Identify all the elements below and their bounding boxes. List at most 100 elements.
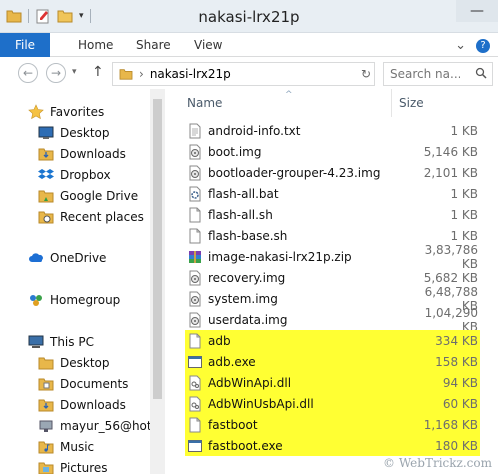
back-button[interactable]: ← xyxy=(18,63,38,83)
network-drive-icon xyxy=(39,420,53,432)
navigation-bar: ← → ▾ ↑ › nakasi-lrx21p ↻ xyxy=(0,57,498,89)
blank-file-icon xyxy=(187,228,203,244)
nav-item-pc-desktop[interactable]: Desktop xyxy=(38,353,110,373)
watermark: © WebTrickz.com xyxy=(383,456,492,470)
blank-file-icon xyxy=(187,207,203,223)
address-bar[interactable]: › nakasi-lrx21p xyxy=(112,62,375,86)
disc-image-icon xyxy=(187,165,203,181)
nav-label: Desktop xyxy=(60,356,110,370)
forward-button[interactable]: → xyxy=(46,63,66,83)
disc-image-icon xyxy=(187,291,203,307)
recent-places-icon xyxy=(38,211,54,224)
file-name: userdata.img xyxy=(208,312,288,327)
google-drive-icon xyxy=(38,190,54,203)
navigation-pane: Favorites Desktop Downloads Dropbox Goog… xyxy=(0,89,165,474)
nav-item-google-drive[interactable]: Google Drive xyxy=(38,186,138,206)
disc-image-icon xyxy=(187,144,203,160)
file-size: 334 KB xyxy=(435,333,478,348)
folder-icon xyxy=(119,69,133,80)
file-list-pane: Name ^ Size android-info.txt 1 KB boot.img… xyxy=(165,89,498,474)
downloads-folder-icon xyxy=(38,148,54,161)
search-icon[interactable] xyxy=(475,67,487,82)
file-row[interactable]: android-info.txt 1 KB xyxy=(185,120,480,141)
file-row[interactable]: adb.exe 158 KB xyxy=(185,351,480,372)
file-name: bootloader-grouper-4.23.img xyxy=(208,165,381,180)
tab-file[interactable]: File xyxy=(0,33,50,57)
file-size: 180 KB xyxy=(435,438,478,453)
file-name: fastboot.exe xyxy=(208,438,283,453)
dropbox-icon xyxy=(38,169,54,179)
nav-item-desktop[interactable]: Desktop xyxy=(38,123,110,143)
column-header-size[interactable]: Size xyxy=(399,89,424,117)
file-size: 5,682 KB xyxy=(423,270,478,285)
nav-label: Homegroup xyxy=(50,293,121,307)
file-name: adb xyxy=(208,333,231,348)
column-divider[interactable] xyxy=(391,89,392,117)
recent-locations-icon[interactable]: ▾ xyxy=(72,67,77,77)
nav-item-dropbox[interactable]: Dropbox xyxy=(38,165,111,185)
file-row[interactable]: userdata.img 1,04,290 KB xyxy=(185,306,480,334)
help-icon[interactable]: ? xyxy=(476,38,490,53)
nav-onedrive[interactable]: OneDrive xyxy=(28,248,106,268)
nav-item-mayur[interactable]: mayur_56@hotm xyxy=(38,416,163,436)
file-row[interactable]: bootloader-grouper-4.23.img 2,101 KB xyxy=(185,162,480,183)
file-name: flash-base.sh xyxy=(208,228,288,243)
nav-item-music[interactable]: Music xyxy=(38,437,94,457)
nav-favorites[interactable]: Favorites xyxy=(28,102,104,122)
blank-file-icon xyxy=(187,417,203,433)
executable-icon xyxy=(187,354,203,370)
pictures-folder-icon xyxy=(38,462,54,474)
downloads-folder-icon xyxy=(38,399,54,412)
nav-item-documents[interactable]: Documents xyxy=(38,374,128,394)
file-row[interactable]: fastboot.exe 180 KB xyxy=(185,435,480,456)
breadcrumb-current[interactable]: nakasi-lrx21p xyxy=(150,67,231,81)
sort-ascending-icon: ^ xyxy=(285,90,293,100)
nav-item-recent-places[interactable]: Recent places xyxy=(38,207,144,227)
file-row[interactable]: boot.img 5,146 KB xyxy=(185,141,480,162)
nav-label: Documents xyxy=(60,377,129,391)
nav-homegroup[interactable]: Homegroup xyxy=(28,290,120,310)
refresh-button[interactable]: ↻ xyxy=(358,62,375,86)
file-name: recovery.img xyxy=(208,270,286,285)
nav-this-pc[interactable]: This PC xyxy=(28,332,94,352)
nav-label: Recent places xyxy=(60,210,144,224)
search-input[interactable] xyxy=(390,67,460,81)
file-row[interactable]: AdbWinApi.dll 94 KB xyxy=(185,372,480,393)
tab-share[interactable]: Share xyxy=(136,33,171,57)
onedrive-icon xyxy=(29,253,43,262)
nav-item-downloads[interactable]: Downloads xyxy=(38,144,126,164)
tab-view[interactable]: View xyxy=(194,33,222,57)
window-title: nakasi-lrx21p xyxy=(198,8,300,26)
nav-item-pictures[interactable]: Pictures xyxy=(38,458,108,474)
homegroup-icon xyxy=(30,295,42,306)
file-row[interactable]: adb 334 KB xyxy=(185,330,480,351)
nav-label: This PC xyxy=(50,335,94,349)
tab-home[interactable]: Home xyxy=(78,33,113,57)
file-size: 1 KB xyxy=(450,228,478,243)
disc-image-icon xyxy=(187,270,203,286)
file-size: 1 KB xyxy=(450,207,478,222)
file-row[interactable]: fastboot 1,168 KB xyxy=(185,414,480,435)
scrollbar-thumb[interactable] xyxy=(153,99,162,399)
file-size: 1 KB xyxy=(450,123,478,138)
breadcrumb-separator[interactable]: › xyxy=(139,67,144,81)
blank-file-icon xyxy=(187,333,203,349)
file-row[interactable]: flash-all.sh 1 KB xyxy=(185,204,480,225)
up-button[interactable]: ↑ xyxy=(92,64,104,80)
batch-file-icon xyxy=(187,186,203,202)
file-name: AdbWinUsbApi.dll xyxy=(208,396,314,411)
expand-ribbon-icon[interactable]: ⌄ xyxy=(455,38,466,53)
disc-image-icon xyxy=(187,312,203,328)
column-header-name[interactable]: Name xyxy=(187,89,222,117)
file-name: flash-all.bat xyxy=(208,186,279,201)
navigation-scrollbar[interactable] xyxy=(150,89,165,474)
nav-label: Google Drive xyxy=(60,189,139,203)
minimize-button[interactable]: — xyxy=(456,0,498,22)
file-row[interactable]: AdbWinUsbApi.dll 60 KB xyxy=(185,393,480,414)
folder-icon xyxy=(38,357,54,370)
file-row[interactable]: image-nakasi-lrx21p.zip 3,83,786 KB xyxy=(185,243,480,271)
nav-item-pc-downloads[interactable]: Downloads xyxy=(38,395,126,415)
file-row[interactable]: flash-all.bat 1 KB xyxy=(185,183,480,204)
star-icon xyxy=(28,104,44,120)
file-name: fastboot xyxy=(208,417,258,432)
